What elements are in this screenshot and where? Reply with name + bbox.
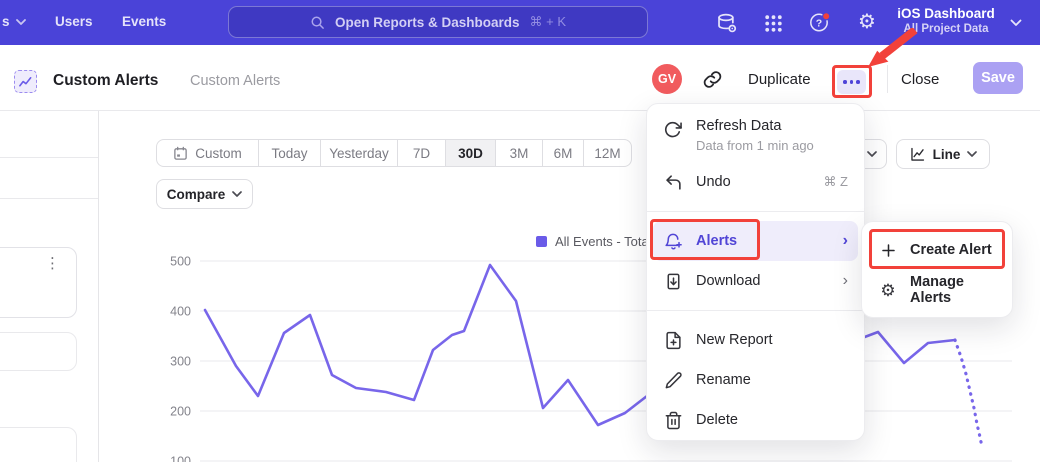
project-subtitle: All Project Data [890, 23, 1002, 35]
svg-text:300: 300 [170, 355, 191, 369]
line-chart-icon [909, 146, 926, 163]
close-button[interactable]: Close [901, 71, 939, 88]
page-title: Custom Alerts [53, 72, 158, 90]
nav-item-truncated[interactable]: s [2, 14, 26, 29]
sidebar-divider [0, 198, 99, 199]
settings-gear-icon[interactable]: ⚙ [855, 9, 879, 33]
alert-bell-icon [663, 231, 683, 251]
delete-trash-icon [663, 410, 683, 430]
content-top-border [0, 110, 1040, 111]
gear-icon: ⚙ [878, 280, 898, 300]
query-card[interactable]: ⋮ [0, 247, 77, 318]
calendar-icon [173, 146, 188, 161]
menu-item-rename[interactable]: Rename [647, 360, 864, 400]
alerts-submenu: Create Alert ⚙ Manage Alerts [861, 221, 1013, 318]
undo-shortcut: ⌘ Z [823, 174, 848, 190]
query-card[interactable] [0, 427, 77, 462]
menu-item-alerts[interactable]: Alerts › [653, 221, 858, 261]
chevron-down-icon [967, 151, 977, 157]
svg-text:500: 500 [170, 255, 191, 269]
date-range-6m[interactable]: 6M [543, 140, 584, 166]
breadcrumb: Custom Alerts [190, 73, 280, 89]
help-icon[interactable]: ? [808, 10, 832, 34]
duplicate-button[interactable]: Duplicate [748, 71, 811, 88]
undo-icon [663, 172, 683, 192]
data-management-icon[interactable] [714, 11, 738, 35]
chevron-down-icon [867, 151, 877, 157]
submenu-item-manage-alerts[interactable]: ⚙ Manage Alerts [862, 270, 1012, 310]
report-header: Custom Alerts Custom Alerts GV Duplicate… [0, 45, 1040, 110]
sidebar-divider [0, 157, 99, 158]
download-icon [663, 271, 683, 291]
date-range-30d-selected[interactable]: 30D [446, 140, 496, 166]
query-card[interactable] [0, 332, 77, 371]
date-range-yesterday[interactable]: Yesterday [321, 140, 398, 166]
menu-item-new-report[interactable]: New Report [647, 320, 864, 360]
avatar[interactable]: GV [652, 64, 682, 94]
project-selector[interactable]: iOS Dashboard All Project Data [890, 6, 1002, 35]
date-range-12m[interactable]: 12M [584, 140, 631, 166]
apps-grid-icon[interactable] [761, 11, 785, 35]
chart-legend: All Events - Total [536, 234, 652, 249]
header-divider [887, 65, 888, 93]
chevron-down-icon [16, 19, 26, 25]
query-builder-sidebar: ⋮ [0, 111, 99, 462]
new-report-icon [663, 330, 683, 350]
nav-item-events[interactable]: Events [122, 14, 166, 29]
kebab-menu-icon[interactable]: ⋮ [45, 256, 60, 271]
menu-item-refresh-data[interactable]: Refresh Data Data from 1 min ago [647, 112, 864, 162]
svg-text:100: 100 [170, 455, 191, 462]
menu-item-undo[interactable]: Undo ⌘ Z [647, 162, 864, 202]
compare-button[interactable]: Compare [156, 179, 253, 209]
menu-item-download[interactable]: Download › [647, 261, 864, 301]
menu-divider [647, 211, 864, 212]
save-button[interactable]: Save [973, 62, 1023, 94]
search-shortcut: ⌘ + K [530, 14, 567, 30]
svg-text:?: ? [816, 17, 822, 29]
report-type-icon[interactable] [14, 70, 37, 93]
share-link-icon[interactable] [702, 69, 723, 95]
date-range-today[interactable]: Today [259, 140, 321, 166]
submenu-item-create-alert[interactable]: Create Alert [862, 230, 1012, 270]
project-chevron-down-icon[interactable] [1010, 19, 1022, 27]
date-range-7d[interactable]: 7D [398, 140, 446, 166]
svg-text:400: 400 [170, 305, 191, 319]
top-navbar: s Users Events Open Reports & Dashboards… [0, 0, 1040, 45]
svg-text:200: 200 [170, 405, 191, 419]
refresh-sublabel: Data from 1 min ago [696, 138, 814, 153]
menu-divider [647, 310, 864, 311]
more-options-button[interactable] [837, 70, 866, 94]
date-range-custom[interactable]: Custom [157, 140, 259, 166]
chevron-down-icon [232, 191, 242, 197]
nav-item-users[interactable]: Users [55, 14, 93, 29]
refresh-icon [663, 120, 683, 140]
rename-pencil-icon [663, 370, 683, 390]
chevron-right-icon: › [843, 233, 848, 249]
search-input[interactable]: Open Reports & Dashboards ⌘ + K [228, 6, 648, 38]
legend-swatch[interactable] [536, 236, 547, 247]
legend-label: All Events - Total [555, 234, 652, 249]
date-range-3m[interactable]: 3M [496, 140, 543, 166]
chart-type-button[interactable]: Line [896, 139, 990, 169]
date-range-picker: Custom Today Yesterday 7D 30D 3M 6M 12M [156, 139, 632, 167]
search-icon [310, 15, 325, 30]
plus-icon [878, 240, 898, 260]
more-options-menu: Refresh Data Data from 1 min ago Undo ⌘ … [646, 103, 865, 441]
chevron-right-icon: › [843, 273, 848, 289]
search-placeholder: Open Reports & Dashboards [335, 15, 520, 30]
menu-item-delete[interactable]: Delete [647, 400, 864, 440]
project-title: iOS Dashboard [890, 6, 1002, 21]
refresh-label: Refresh Data [696, 118, 814, 134]
